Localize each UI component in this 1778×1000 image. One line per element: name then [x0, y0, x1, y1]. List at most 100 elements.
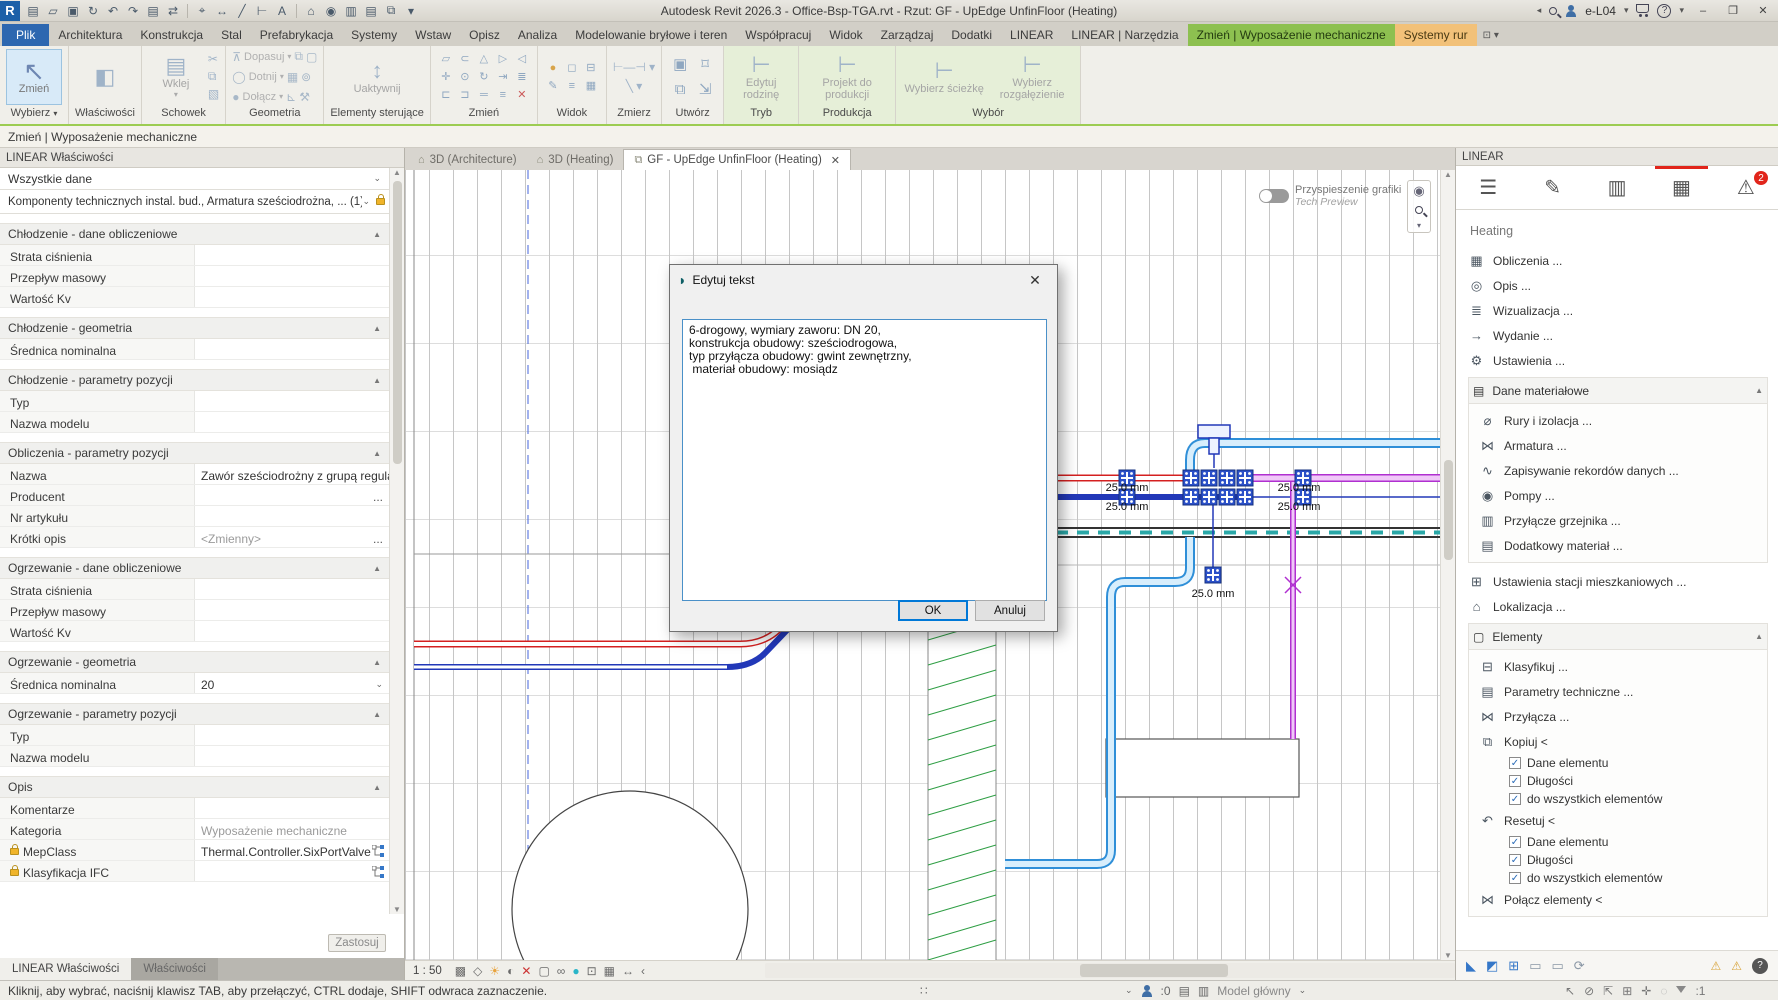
property-value[interactable]: [195, 287, 389, 307]
section-header[interactable]: Opis▲: [0, 776, 389, 798]
navigation-wheel-icon[interactable]: ◉: [1413, 183, 1424, 199]
property-value[interactable]: Zawór sześciodrożny z grupą regulacy: [195, 464, 389, 484]
ribbon-tab-11[interactable]: Widok: [820, 24, 871, 46]
view-tool-icon-0[interactable]: ●: [544, 59, 562, 76]
detail-level-icon[interactable]: ▩: [455, 964, 466, 978]
modify-tool-icon-13[interactable]: ≡: [494, 86, 512, 103]
properties-palette-button[interactable]: ◧: [77, 49, 133, 105]
warning-error-icon[interactable]: ⚠: [1731, 959, 1742, 973]
chevron-down-icon[interactable]: ⌄: [375, 679, 387, 690]
line-icon[interactable]: ╱: [233, 2, 251, 20]
worksets-icon[interactable]: ▤: [1179, 984, 1190, 998]
chevron-down-icon[interactable]: ⌄: [1125, 985, 1133, 996]
property-value[interactable]: [195, 339, 389, 359]
ribbon-tab-16[interactable]: Zmień | Wyposażenie mechaniczne: [1188, 24, 1395, 46]
ribbon-tab-15[interactable]: LINEAR | Narzędzia: [1062, 24, 1187, 46]
selection-dropdown[interactable]: Komponenty technicznych instal. bud., Ar…: [0, 190, 389, 214]
linear-item[interactable]: ⊞ Ustawienia stacji mieszkaniowych ...: [1468, 569, 1768, 594]
collapse-icon[interactable]: ▲: [373, 324, 381, 333]
render-icon[interactable]: ◉: [322, 2, 340, 20]
view-tool-icon-5[interactable]: ▦: [582, 77, 600, 94]
ribbon-tab-10[interactable]: Współpracuj: [736, 24, 820, 46]
property-value[interactable]: [195, 579, 389, 599]
scrollbar-thumb[interactable]: [1080, 964, 1228, 977]
property-value[interactable]: [195, 746, 389, 766]
shadows-icon[interactable]: ◐: [507, 964, 514, 978]
linear-checkbox-item[interactable]: ✓ do wszystkich elementów: [1509, 869, 1767, 887]
collapse-icon[interactable]: ▲: [373, 710, 381, 719]
browse-button[interactable]: ...: [373, 490, 387, 504]
view-tab-1[interactable]: ⌂ 3D (Heating): [527, 149, 624, 170]
ribbon-panel-label[interactable]: Elementy sterujące: [324, 107, 430, 124]
cancel-button[interactable]: Anuluj: [975, 600, 1045, 621]
help-dropdown-icon[interactable]: ▾: [1679, 5, 1684, 16]
ribbon-tab-1[interactable]: Architektura: [49, 24, 131, 46]
measure-icon[interactable]: ⊢—⊣ ▾: [613, 60, 655, 74]
geometry-item-2[interactable]: ●Dołącz▾⊾⚒: [232, 89, 317, 105]
linear-checkbox-item[interactable]: ✓ Dane elementu: [1509, 833, 1767, 851]
linear-item[interactable]: ⌂ Lokalizacja ...: [1468, 594, 1768, 619]
filter-icon[interactable]: [1676, 986, 1686, 993]
linear-item[interactable]: ⌀ Rury i izolacja ...: [1479, 408, 1767, 433]
minimize-button[interactable]: –: [1692, 5, 1714, 17]
section-icon[interactable]: ⌖: [193, 2, 211, 20]
linear-checkbox-item[interactable]: ✓ do wszystkich elementów: [1509, 790, 1767, 808]
linear-item[interactable]: ▤ Dodatkowy materiał ...: [1479, 533, 1767, 558]
select-links-icon[interactable]: ↖: [1565, 984, 1575, 998]
ribbon-button-wybierz-rozga-zienie[interactable]: ⊢Wybierz rozgałęzienie: [990, 49, 1074, 105]
checkbox-checked-icon[interactable]: ✓: [1509, 793, 1521, 805]
search-icon[interactable]: [1549, 7, 1557, 15]
revit-logo[interactable]: R: [0, 1, 20, 21]
modify-tool-icon-10[interactable]: ⊏: [437, 86, 455, 103]
properties-scrollbar[interactable]: ▲ ▼: [389, 168, 404, 914]
visual-style-icon[interactable]: ◇: [473, 964, 482, 978]
modify-tool-icon-5[interactable]: ✛: [437, 68, 455, 85]
linear-item[interactable]: ∿ Zapisywanie rekordów danych ...: [1479, 458, 1767, 483]
ribbon-panel-label[interactable]: Widok: [538, 107, 606, 124]
ribbon-tab-9[interactable]: Modelowanie bryłowe i teren: [566, 24, 736, 46]
refresh-icon[interactable]: ⟳: [1574, 958, 1585, 974]
create-tool-icon-2[interactable]: ⧉: [668, 77, 692, 101]
section-header[interactable]: Chłodzenie - dane obliczeniowe▲: [0, 223, 389, 245]
select-by-face-icon[interactable]: ⊞: [1622, 984, 1632, 998]
ok-button[interactable]: OK: [898, 600, 968, 621]
open-icon[interactable]: ▱: [44, 2, 62, 20]
ribbon-panel-label[interactable]: Schowek: [142, 107, 225, 124]
displace-elements-icon[interactable]: ▦: [604, 964, 615, 978]
geometry-item-0[interactable]: ⊼Dopasuj▾⧉▢: [232, 49, 317, 65]
design-option-value[interactable]: Model główny: [1217, 984, 1290, 998]
linear-tab-menu[interactable]: ☰: [1456, 166, 1520, 209]
geometry-item-1[interactable]: ◯Dotnij▾▦⊚: [232, 69, 317, 85]
scroll-down-icon[interactable]: ▼: [1444, 951, 1452, 960]
linear-checkbox-item[interactable]: ✓ Dane elementu: [1509, 754, 1767, 772]
design-options-icon[interactable]: ▥: [1198, 984, 1209, 998]
property-value[interactable]: [195, 600, 389, 620]
linear-item[interactable]: ▤ Parametry techniczne ...: [1479, 679, 1767, 704]
section-header[interactable]: Ogrzewanie - dane obliczeniowe▲: [0, 557, 389, 579]
close-view-icon[interactable]: ✕: [831, 154, 840, 167]
properties-toggle-icon[interactable]: ▥: [342, 2, 360, 20]
ribbon-button-uaktywnij[interactable]: ↕Uaktywnij: [346, 49, 408, 105]
checkbox-checked-icon[interactable]: ✓: [1509, 836, 1521, 848]
ribbon-panel-label[interactable]: Wybierz ▾: [0, 107, 68, 124]
ribbon-tab-6[interactable]: Wstaw: [406, 24, 460, 46]
modify-tool-icon-8[interactable]: ⇥: [494, 68, 512, 85]
ribbon-button-wybierz-cie-k-[interactable]: ⊢Wybierz ścieżkę: [902, 49, 986, 105]
customize-icon[interactable]: ▾: [402, 2, 420, 20]
linear-checkbox-item[interactable]: ✓ Długości: [1509, 772, 1767, 790]
sheet-list-icon[interactable]: ▤: [362, 2, 380, 20]
section-header[interactable]: Ogrzewanie - geometria▲: [0, 651, 389, 673]
modify-tool-icon-14[interactable]: ✕: [513, 86, 531, 103]
home-icon[interactable]: ⌂: [302, 2, 320, 20]
redo-icon[interactable]: ↷: [124, 2, 142, 20]
save-icon[interactable]: ▣: [64, 2, 82, 20]
restore-button[interactable]: ❐: [1722, 4, 1744, 17]
scroll-up-icon[interactable]: ▲: [1444, 170, 1452, 179]
ribbon-panel-label[interactable]: Wybór: [896, 107, 1080, 124]
modify-tool-icon-9[interactable]: ≣: [513, 68, 531, 85]
ribbon-tab-7[interactable]: Opisz: [460, 24, 509, 46]
linear-checkbox-item[interactable]: ✓ Długości: [1509, 851, 1767, 869]
linear-item[interactable]: ◎ Opis ...: [1468, 273, 1768, 298]
close-button[interactable]: ✕: [1752, 4, 1774, 17]
scroll-down-icon[interactable]: ▼: [393, 905, 401, 914]
